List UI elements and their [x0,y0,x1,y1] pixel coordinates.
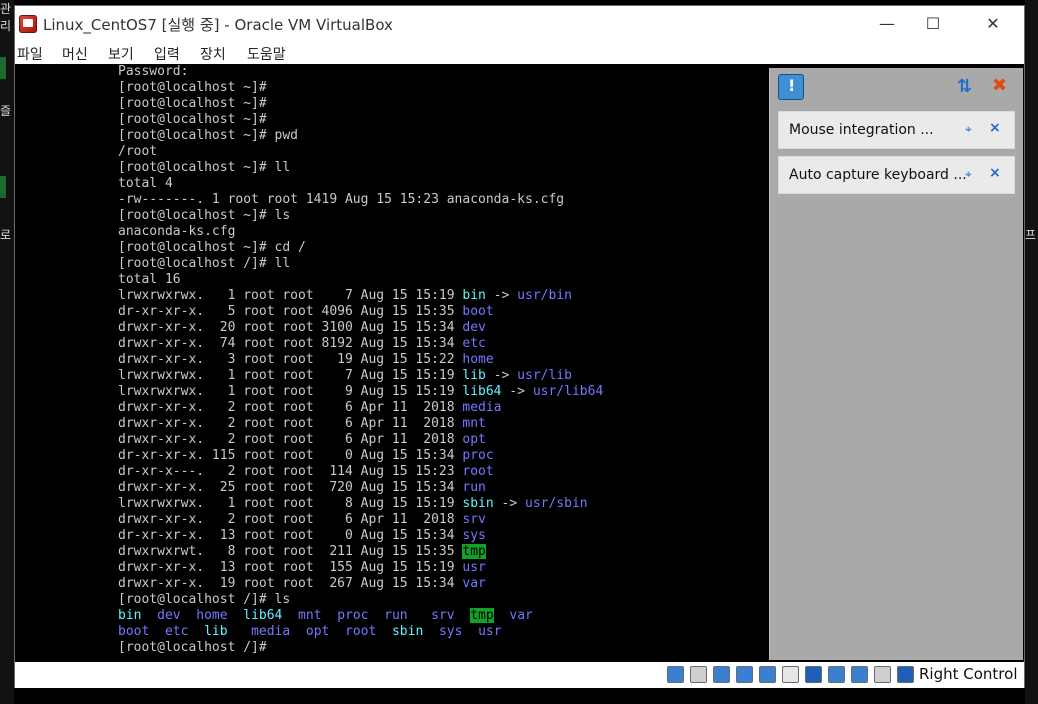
terminal-line: drwxr-xr-x. 2 root root 6 Apr 11 2018 op… [118,432,486,447]
terminal-line: drwxrwxrwt. 8 root root 211 Aug 15 15:35… [118,544,486,559]
shared-folders-icon[interactable] [782,666,799,683]
audio-icon[interactable] [713,666,730,683]
terminal-line: drwxr-xr-x. 19 root root 267 Aug 15 15:3… [118,576,486,591]
terminal-line: drwxr-xr-x. 13 root root 155 Aug 15 15:1… [118,560,486,575]
notification-text: Auto capture keyboard ... [789,167,967,183]
optical-drive-icon[interactable] [690,666,707,683]
desktop-text: 관리 [0,2,12,33]
pin-icon[interactable]: ⌖ [965,167,972,182]
terminal-line: dr-xr-xr-x. 5 root root 4096 Aug 15 15:3… [118,304,494,319]
terminal-line: drwxr-xr-x. 3 root root 19 Aug 15 15:22 … [118,352,494,367]
desktop-left-strip: 관리 즐 로 [0,0,14,704]
virtualization-icon[interactable] [851,666,868,683]
close-icon[interactable]: × [989,165,1001,181]
terminal-line: dr-xr-xr-x. 115 root root 0 Aug 15 15:34… [118,448,494,463]
usb-icon[interactable] [759,666,776,683]
notification-center-icon[interactable] [778,74,804,100]
terminal-line: [root@localhost /]# [118,640,267,655]
terminal-line: [root@localhost ~]# cd / [118,240,306,255]
mouse-integration-icon[interactable] [874,666,891,683]
terminal-line: boot etc lib media opt root sbin sys usr [118,624,502,639]
virtualbox-app-icon [19,15,37,33]
close-button[interactable]: ✕ [970,6,1016,40]
terminal-line: [root@localhost ~]# ls [118,208,291,223]
menu-bar: 파일 머신 보기 입력 장치 도움말 [15,40,1024,64]
notification-auto-capture-keyboard[interactable]: Auto capture keyboard ... ⌖ × [778,156,1015,194]
vm-display[interactable]: Password: [root@localhost ~]# [root@localh… [15,64,1024,662]
pin-icon[interactable]: ⌖ [965,122,972,137]
notification-center: ⇅ ✖ Mouse integration ... ⌖ × Auto captu… [769,68,1023,660]
terminal-line: -rw-------. 1 root root 1419 Aug 15 15:2… [118,192,565,207]
terminal-line: /root [118,144,158,159]
network-icon[interactable] [736,666,753,683]
terminal-line: drwxr-xr-x. 20 root root 3100 Aug 15 15:… [118,320,486,335]
minimize-button[interactable]: — [864,6,910,40]
terminal-line: drwxr-xr-x. 2 root root 6 Apr 11 2018 sr… [118,512,486,527]
keyboard-capture-icon[interactable] [897,666,914,683]
display-icon[interactable] [805,666,822,683]
terminal-line: anaconda-ks.cfg [118,224,236,239]
menu-devices[interactable]: 장치 [200,44,226,64]
terminal-line: drwxr-xr-x. 2 root root 6 Apr 11 2018 mn… [118,416,486,431]
close-icon[interactable]: × [989,120,1001,136]
terminal-line: [root@localhost ~]# [118,96,267,111]
terminal-line: total 4 [118,176,173,191]
terminal-line: [root@localhost ~]# [118,80,267,95]
virtualbox-window: Linux_CentOS7 [실행 중] - Oracle VM Virtual… [14,5,1025,688]
menu-file[interactable]: 파일 [17,44,43,64]
status-bar: Right Control [15,662,1024,688]
desktop-text: 로 [0,228,12,242]
video-capture-icon[interactable] [828,666,845,683]
terminal-line: lrwxrwxrwx. 1 root root 7 Aug 15 15:19 b… [118,288,572,303]
menu-machine[interactable]: 머신 [62,44,88,64]
terminal-line: drwxr-xr-x. 25 root root 720 Aug 15 15:3… [118,480,486,495]
desktop-right-strip: 프 [1025,0,1038,704]
desktop-text: 프 [1025,228,1037,242]
terminal-line: drwxr-xr-x. 74 root root 8192 Aug 15 15:… [118,336,486,351]
notification-toolbar: ⇅ ✖ [770,68,1023,106]
terminal-line: drwxr-xr-x. 2 root root 6 Apr 11 2018 me… [118,400,502,415]
desktop-text: 즐 [0,104,12,118]
terminal-line: [root@localhost ~]# [118,112,267,127]
desktop-marker [0,176,6,198]
sort-icon[interactable]: ⇅ [954,74,980,100]
desktop-marker [0,57,6,79]
title-bar[interactable]: Linux_CentOS7 [실행 중] - Oracle VM Virtual… [15,6,1024,40]
menu-view[interactable]: 보기 [108,44,134,64]
notification-text: Mouse integration ... [789,122,934,138]
terminal-line: dr-xr-xr-x. 13 root root 0 Aug 15 15:34 … [118,528,486,543]
terminal-line: lrwxrwxrwx. 1 root root 7 Aug 15 15:19 l… [118,368,572,383]
terminal-line: total 16 [118,272,181,287]
terminal-line: dr-xr-x---. 2 root root 114 Aug 15 15:23… [118,464,494,479]
host-key-label[interactable]: Right Control [919,665,1018,683]
terminal-line: bin dev home lib64 mnt proc run srv tmp … [118,608,533,623]
terminal-line: Password: [118,64,189,79]
dismiss-all-icon[interactable]: ✖ [989,74,1015,100]
terminal-line: lrwxrwxrwx. 1 root root 8 Aug 15 15:19 s… [118,496,588,511]
terminal-line: lrwxrwxrwx. 1 root root 9 Aug 15 15:19 l… [118,384,604,399]
terminal-line: [root@localhost /]# ls [118,592,291,607]
menu-help[interactable]: 도움말 [247,44,286,64]
terminal-screen[interactable]: Password: [root@localhost ~]# [root@localh… [117,64,769,662]
menu-input[interactable]: 입력 [154,44,180,64]
terminal-line: [root@localhost ~]# ll [118,160,291,175]
hard-disk-icon[interactable] [667,666,684,683]
terminal-line: [root@localhost ~]# pwd [118,128,299,143]
terminal-line: [root@localhost /]# ll [118,256,291,271]
window-title: Linux_CentOS7 [실행 중] - Oracle VM Virtual… [43,16,393,34]
maximize-button[interactable]: ☐ [910,6,956,40]
notification-mouse-integration[interactable]: Mouse integration ... ⌖ × [778,111,1015,149]
